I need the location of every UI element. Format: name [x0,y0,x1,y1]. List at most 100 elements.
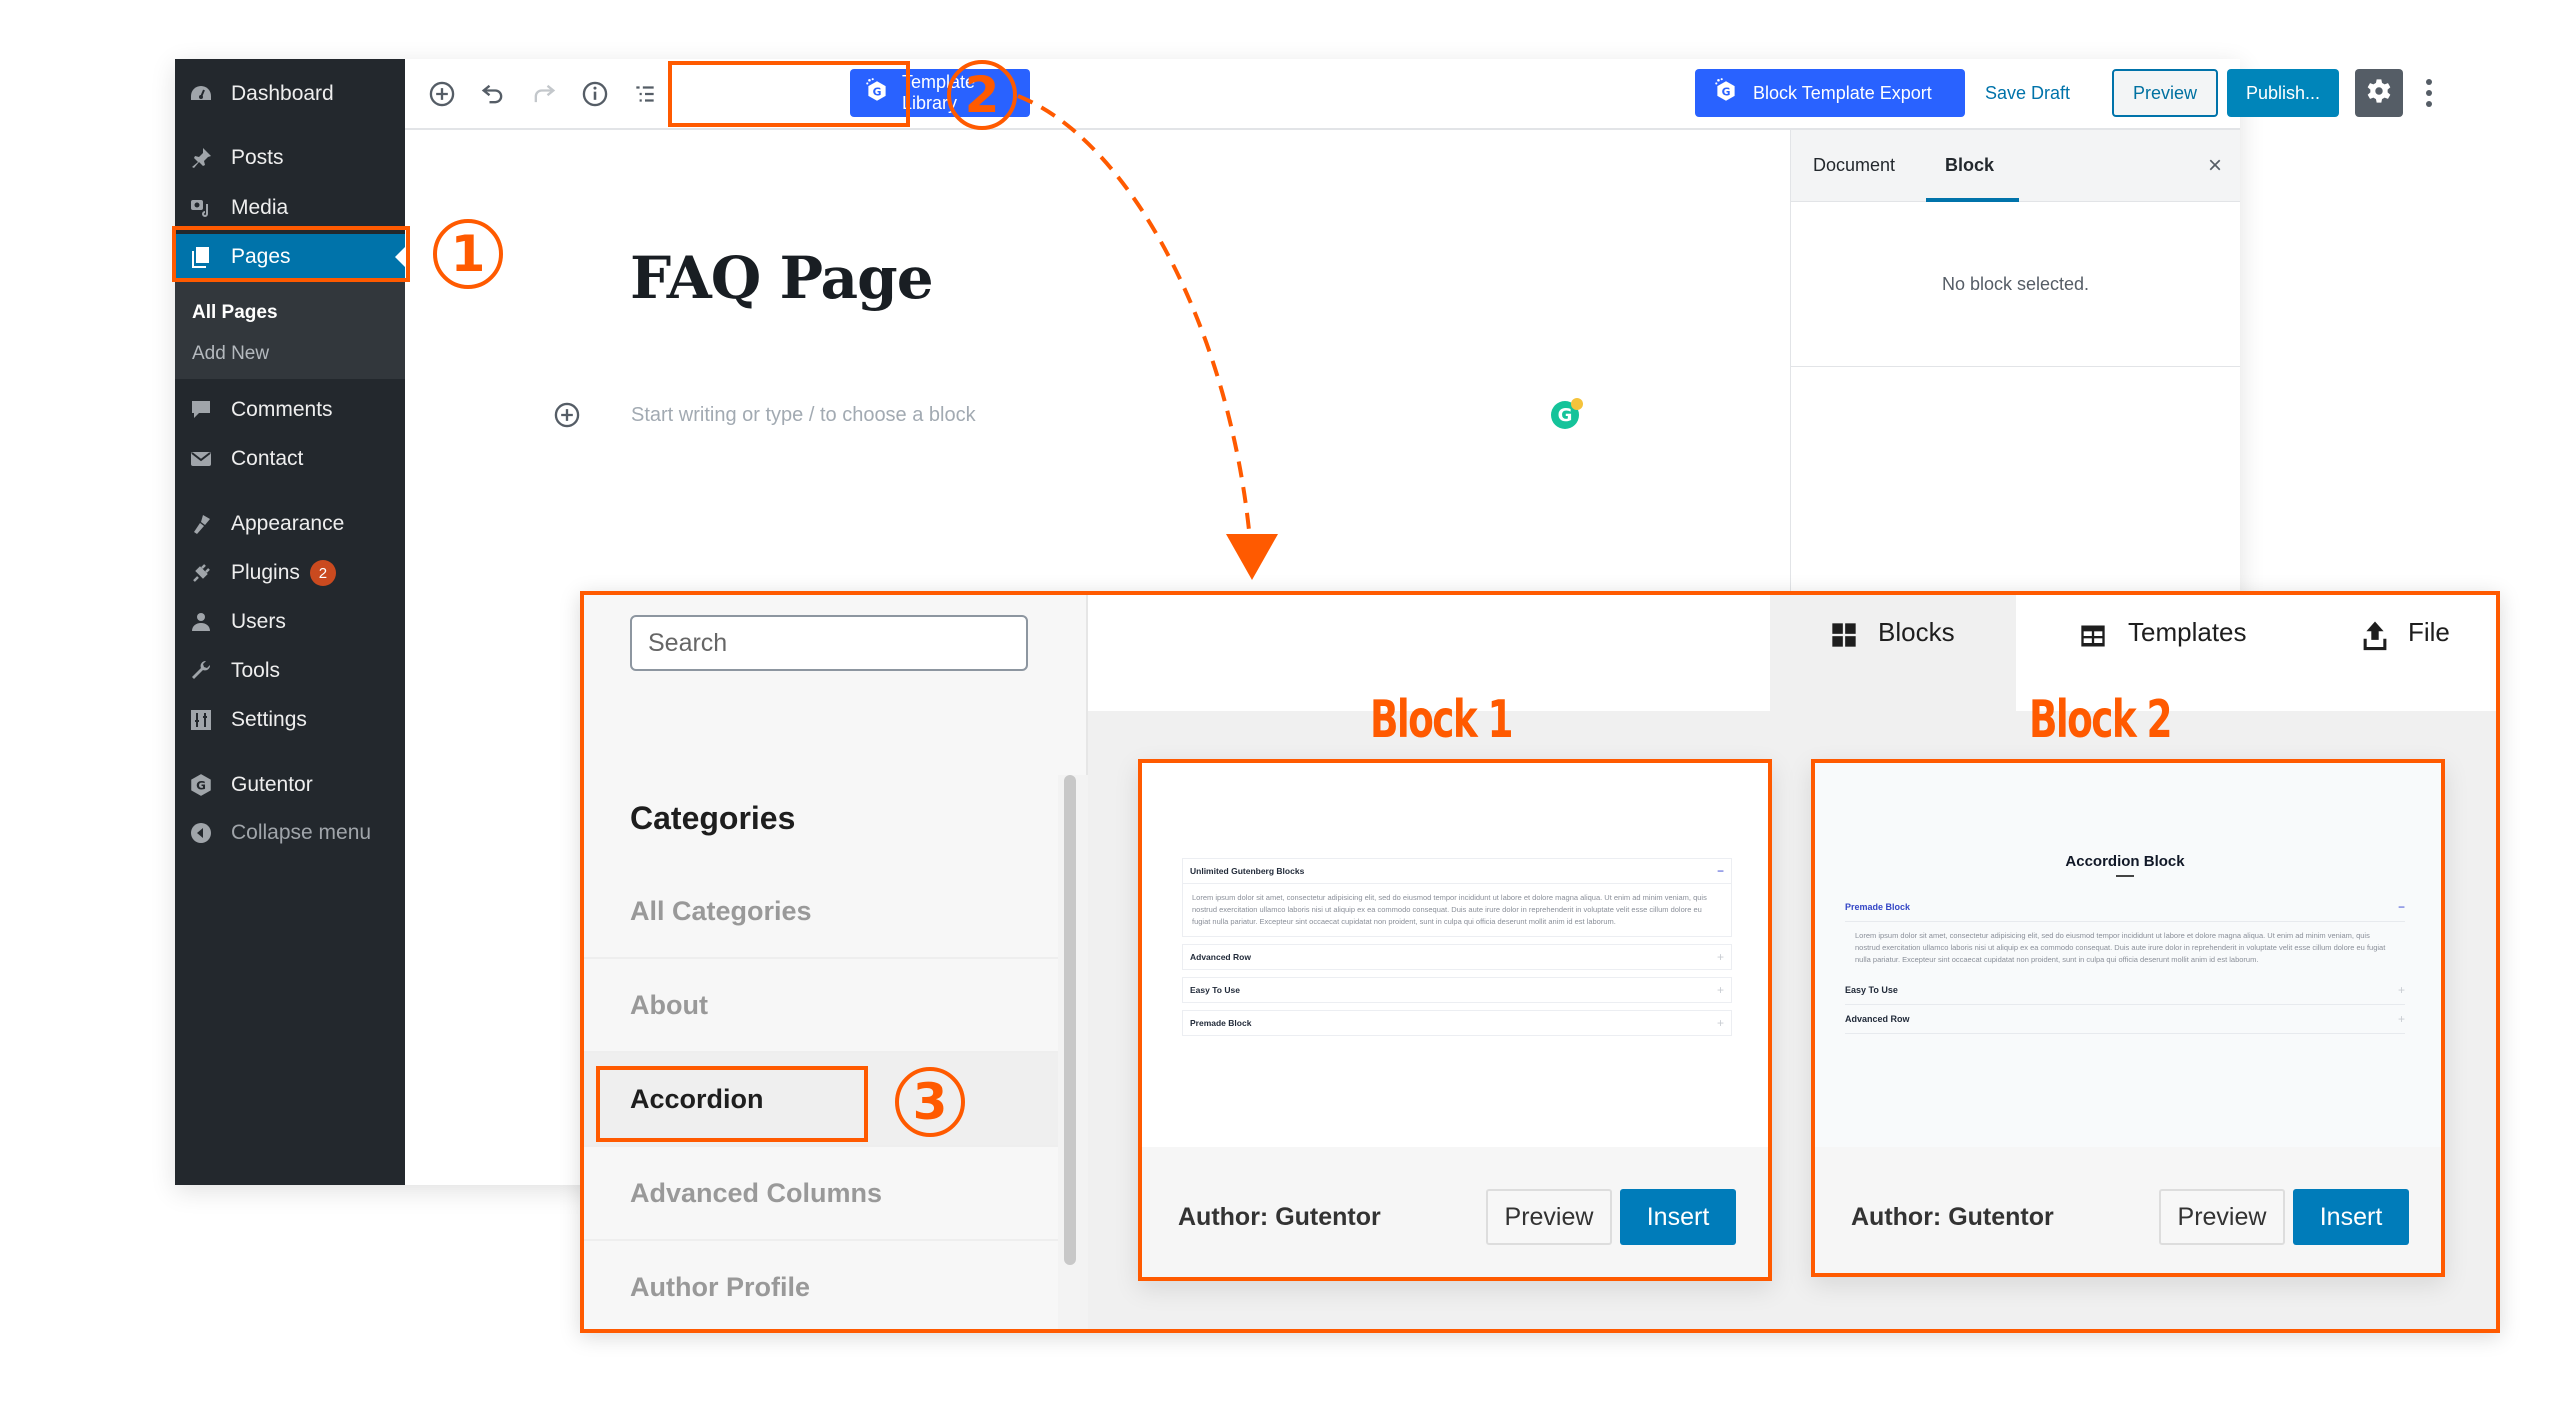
wrench-icon [187,657,215,685]
sidebar-item-label: Pages [231,245,291,268]
sidebar-item-label: Dashboard [231,82,334,105]
dashboard-icon [187,80,215,108]
preview-button[interactable]: Preview [2112,69,2218,117]
tab-label: Templates [2128,617,2247,647]
more-dot [2426,101,2432,107]
settings-toggle-button[interactable] [2355,69,2403,117]
block-card-footer: Author: Gutentor Preview Insert [1142,1147,1768,1277]
redo-button[interactable] [529,81,559,111]
undo-button[interactable] [478,81,508,111]
block-card: Accordion Block Premade Block − Lorem ips… [1811,759,2445,1277]
block-preview-button[interactable]: Preview [1486,1189,1612,1245]
sidebar-item-label: Appearance [231,512,345,535]
sidebar-item-settings[interactable]: Settings [175,697,405,743]
plus-circle-icon [553,402,581,433]
upload-icon [2362,617,2388,658]
grammarly-icon[interactable]: G [1550,397,1584,431]
category-item[interactable]: About [584,959,1058,1053]
sidebar-item-gutentor[interactable]: G Gutentor [175,762,405,808]
sidebar-item-tools[interactable]: Tools [175,648,405,694]
library-search-input[interactable] [630,615,1028,671]
close-settings-button[interactable]: × [2208,152,2222,180]
sidebar-item-label: Settings [231,708,307,731]
category-item[interactable]: Author Profile [584,1241,1058,1329]
submenu-add-new[interactable]: Add New [192,343,269,365]
accordion-row-title: Easy To Use [1190,985,1240,995]
block-author: Author: Gutentor [1178,1203,1381,1231]
accordion-preview-heading: Accordion Block [2065,853,2185,870]
sidebar-item-contact[interactable]: Contact [175,436,405,482]
pin-icon [187,144,215,172]
block-insert-button[interactable]: Insert [2293,1189,2409,1245]
more-options-button[interactable] [2417,71,2441,115]
tab-blocks[interactable]: Blocks [1770,595,2016,711]
accordion-row-title: Easy To Use [1845,985,1898,995]
svg-text:G: G [196,778,206,792]
category-scrollbar[interactable] [1064,775,1076,1265]
block-preview-thumbnail[interactable]: Accordion Block Premade Block − Lorem ips… [1815,763,2441,1147]
library-header: Blocks Templates File [1088,595,2496,711]
table-icon [2078,617,2108,657]
block-template-export-button[interactable]: G Block Template Export [1695,69,1965,117]
gear-icon [2365,77,2393,110]
tab-block[interactable]: Block [1945,155,1994,176]
comment-icon [187,396,215,424]
template-library-modal: Categories All Categories About Accordio… [580,591,2500,1333]
block-insert-button[interactable]: Insert [1620,1189,1736,1245]
content-info-button[interactable] [580,81,610,111]
plus-icon: + [1716,1016,1724,1030]
collapse-icon [187,819,215,847]
sidebar-item-pages[interactable]: Pages [175,234,405,280]
sidebar-item-posts[interactable]: Posts [175,135,405,181]
submenu-all-pages[interactable]: All Pages [192,302,278,324]
tab-label: File [2408,617,2450,647]
block-navigation-button[interactable] [630,81,660,111]
tab-file[interactable]: File [2306,595,2496,711]
annotation-label-block-1: Block 1 [1370,690,1514,750]
minus-icon: − [1716,864,1724,878]
sidebar-item-plugins[interactable]: Plugins 2 [175,550,405,596]
block-card: Unlimited Gutenberg Blocks − Lorem ipsum … [1138,759,1772,1281]
close-icon: × [2207,152,2222,179]
accordion-row-title: Premade Block [1845,902,1911,912]
plus-icon: + [2397,1012,2405,1026]
editor-toolbar: G Template Library G Block Template Expo… [405,59,2432,130]
no-block-selected-text: No block selected. [1941,273,2090,294]
sidebar-item-users[interactable]: Users [175,599,405,645]
sidebar-item-comments[interactable]: Comments [175,387,405,433]
post-title[interactable]: FAQ Page [630,244,934,312]
save-draft-button[interactable]: Save Draft [1985,83,2070,104]
sliders-icon [187,706,215,734]
collapse-menu-button[interactable]: Collapse menu [175,810,405,856]
accordion-row: Unlimited Gutenberg Blocks − Lorem ipsum … [1182,858,1732,937]
paintbrush-icon [187,510,215,538]
add-block-button[interactable] [427,81,457,111]
sidebar-item-label: Comments [231,398,333,421]
accordion-row: Easy To Use + [1182,977,1732,1003]
accordion-row: Easy To Use + [1845,976,2405,1005]
category-item-selected[interactable]: Accordion [584,1053,1058,1147]
category-item[interactable]: All Categories [584,865,1058,959]
sidebar-item-label: Tools [231,659,281,682]
publish-button[interactable]: Publish... [2227,69,2339,117]
accordion-row: Premade Block − [1845,893,2405,922]
block-placeholder[interactable]: Start writing or type / to choose a bloc… [631,404,976,427]
categories-heading: Categories [630,800,796,836]
tab-document[interactable]: Document [1813,155,1895,176]
plus-icon: + [1716,983,1724,997]
library-category-sidebar: Categories All Categories About Accordio… [584,595,1088,1329]
gutentor-icon: G [864,77,890,110]
svg-text:G: G [1558,405,1573,426]
pages-submenu: All Pages Add New [175,279,405,379]
category-item[interactable]: Advanced Columns [584,1147,1058,1241]
sidebar-item-label: Media [231,196,289,219]
sidebar-item-dashboard[interactable]: Dashboard [175,71,405,117]
sidebar-item-media[interactable]: Media [175,185,405,231]
block-preview-button[interactable]: Preview [2159,1189,2285,1245]
plus-circle-icon [428,80,456,113]
accordion-row: Advanced Row + [1182,944,1732,970]
inline-add-block-button[interactable] [553,401,581,429]
block-preview-thumbnail[interactable]: Unlimited Gutenberg Blocks − Lorem ipsum … [1142,763,1768,1147]
block-author: Author: Gutentor [1851,1203,2054,1231]
sidebar-item-appearance[interactable]: Appearance [175,501,405,547]
